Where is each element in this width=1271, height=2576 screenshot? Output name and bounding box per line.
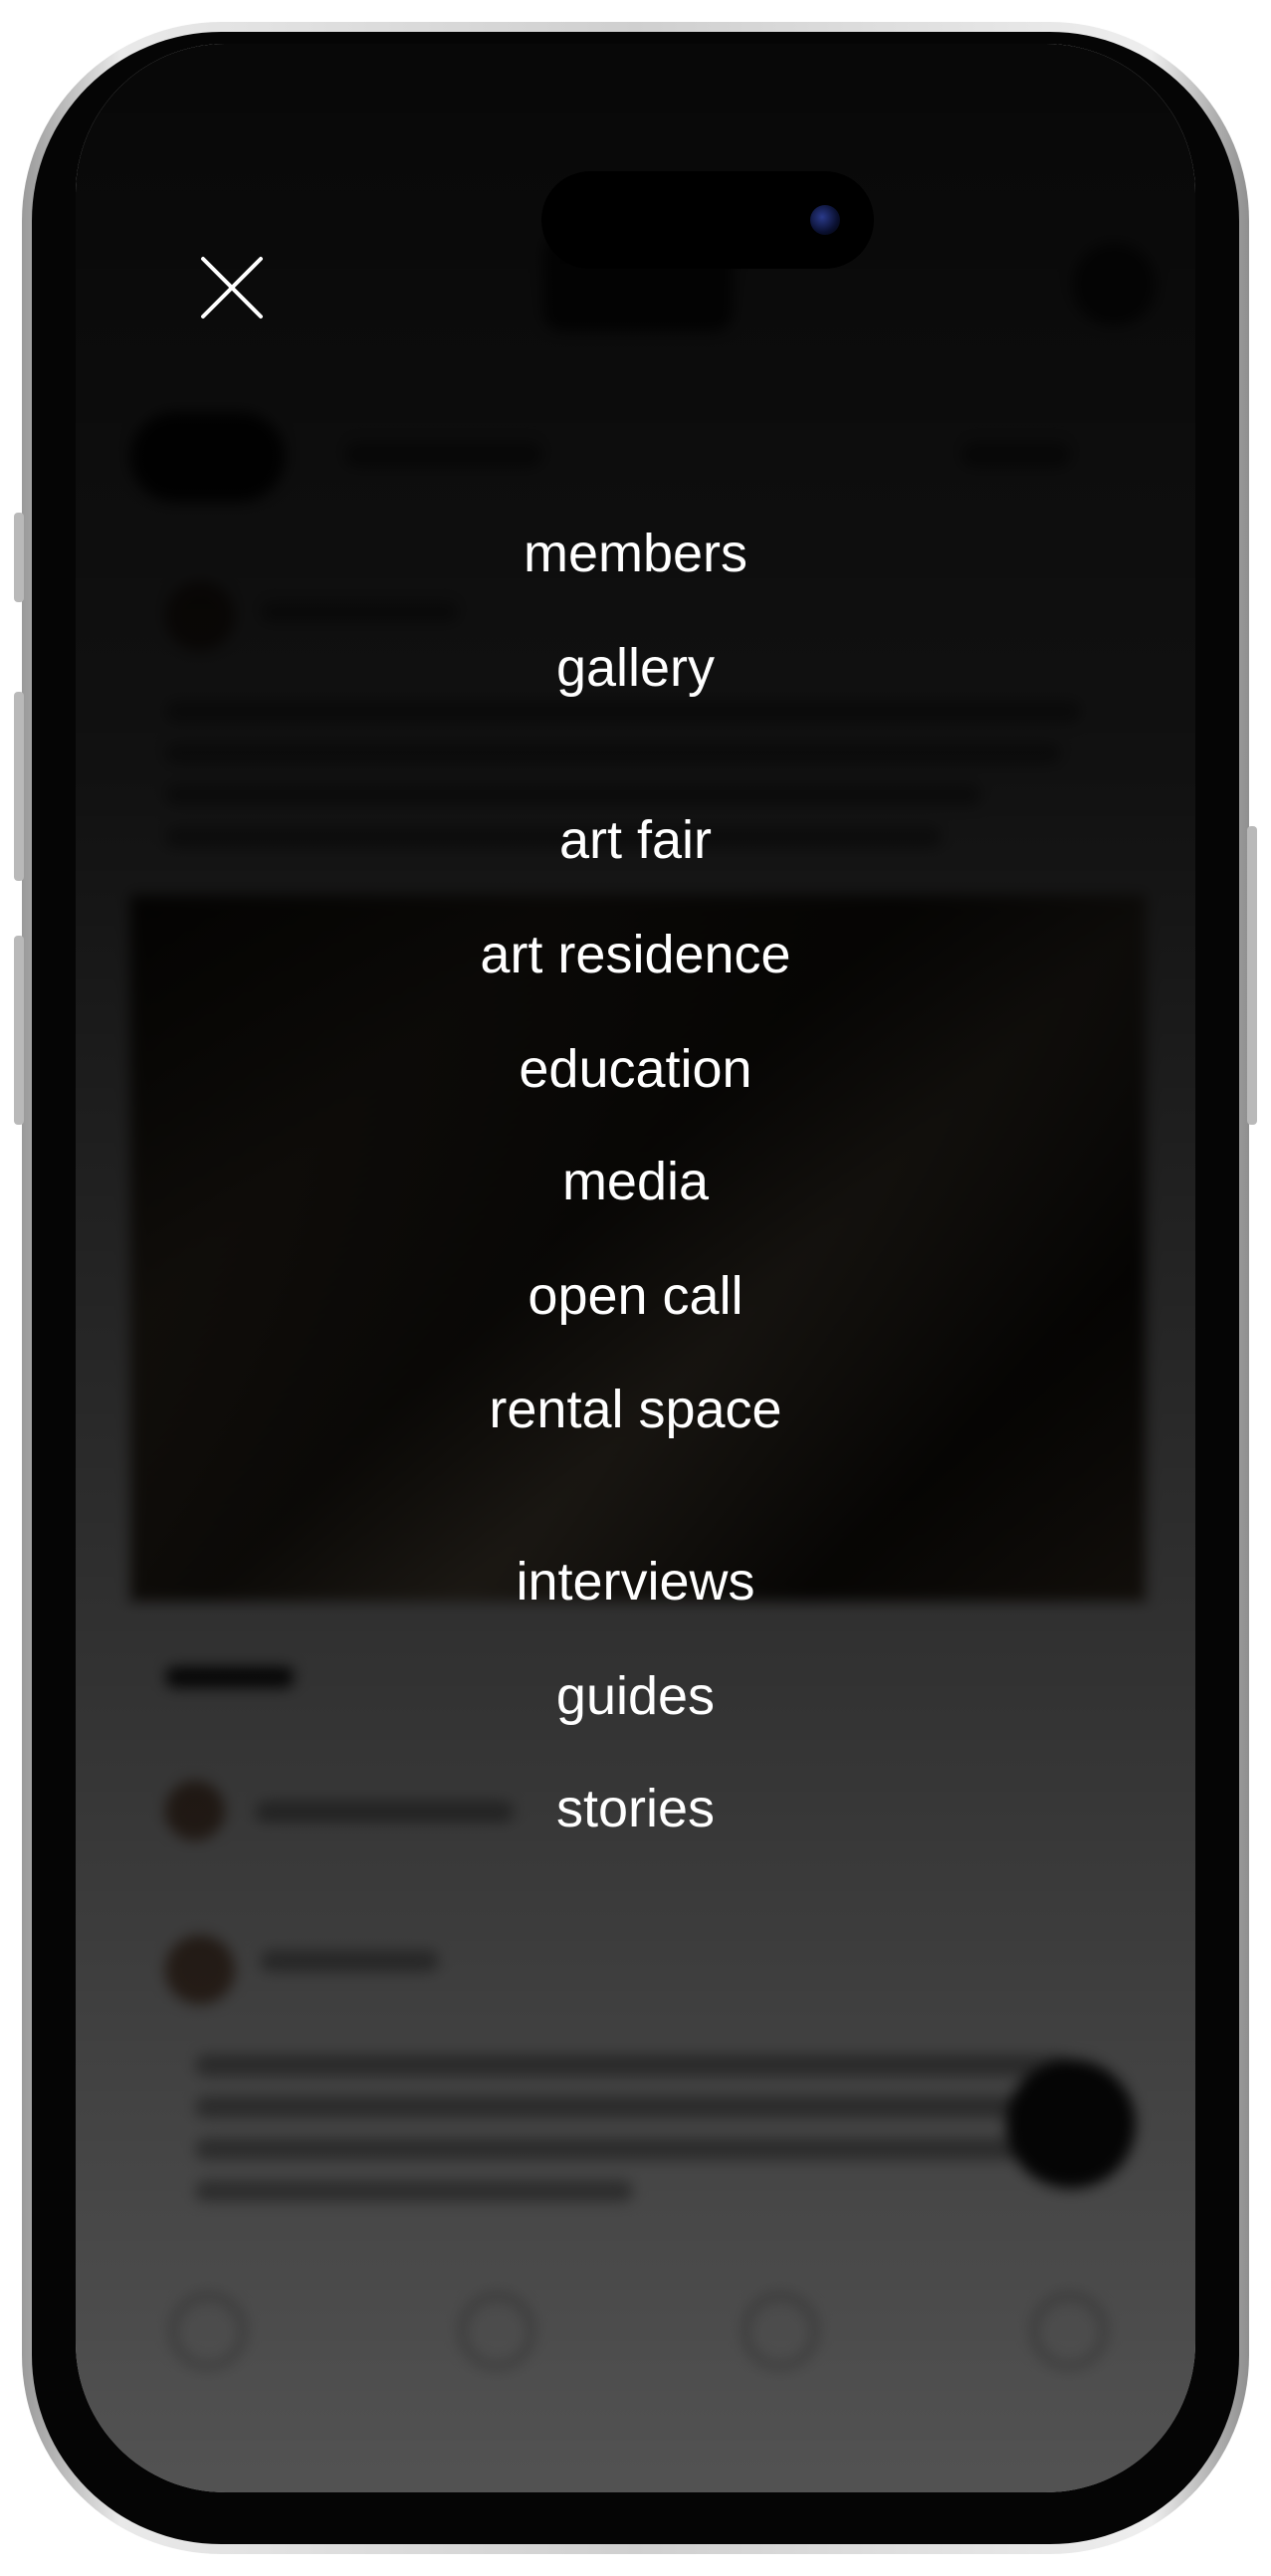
menu-item-art-fair[interactable]: art fair (76, 805, 1195, 875)
menu-item-guides[interactable]: guides (76, 1661, 1195, 1731)
screen: members gallery art fair art residence e… (76, 44, 1195, 2492)
menu-item-open-call[interactable]: open call (76, 1261, 1195, 1331)
menu-item-media[interactable]: media (76, 1147, 1195, 1216)
power-button (1247, 826, 1257, 1125)
menu-item-gallery[interactable]: gallery (76, 633, 1195, 703)
menu-item-rental-space[interactable]: rental space (76, 1375, 1195, 1444)
volume-up-button (14, 692, 24, 881)
close-icon[interactable] (197, 253, 267, 322)
menu-item-members[interactable]: members (76, 519, 1195, 588)
menu-item-stories[interactable]: stories (76, 1774, 1195, 1843)
action-button (14, 513, 24, 602)
volume-down-button (14, 936, 24, 1125)
front-camera (810, 205, 840, 235)
menu-item-interviews[interactable]: interviews (76, 1547, 1195, 1616)
menu-item-art-residence[interactable]: art residence (76, 920, 1195, 989)
menu-item-education[interactable]: education (76, 1034, 1195, 1104)
dynamic-island (541, 171, 874, 269)
